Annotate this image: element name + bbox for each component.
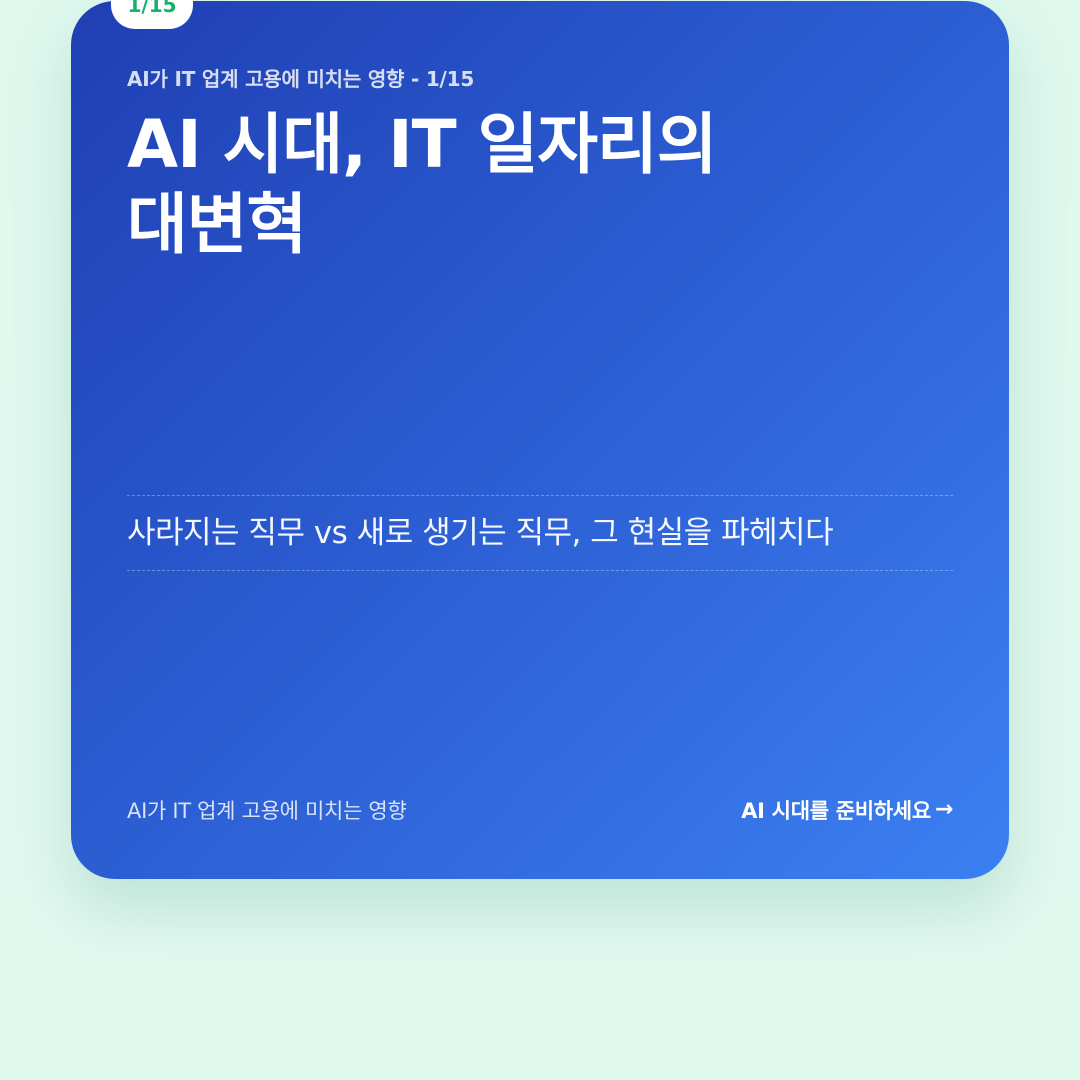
slide-title: AI 시대, IT 일자리의 대변혁 xyxy=(127,105,887,265)
arrow-right-icon: → xyxy=(934,797,953,822)
slide-card: 1/15 AI가 IT 업계 고용에 미치는 영향 - 1/15 AI 시대, … xyxy=(71,0,1009,879)
page-counter-badge: 1/15 xyxy=(111,0,193,29)
bottom-divider xyxy=(127,570,953,571)
slide-subtitle: 사라지는 직무 vs 새로 생기는 직무, 그 현실을 파헤치다 xyxy=(127,515,834,551)
cta-link[interactable]: AI 시대를 준비하세요 → xyxy=(741,795,953,825)
slide-title-line-2: 대변혁 xyxy=(127,186,307,263)
top-divider xyxy=(127,495,953,496)
cta-label: AI 시대를 준비하세요 xyxy=(741,799,931,823)
page-counter: 1/15 xyxy=(127,0,177,17)
footer-series-name: AI가 IT 업계 고용에 미치는 영향 xyxy=(127,799,407,823)
series-eyebrow: AI가 IT 업계 고용에 미치는 영향 - 1/15 xyxy=(127,67,475,91)
slide-title-line-1: AI 시대, IT 일자리의 xyxy=(127,106,718,183)
slide-canvas: 1/15 AI가 IT 업계 고용에 미치는 영향 - 1/15 AI 시대, … xyxy=(0,0,1080,1080)
